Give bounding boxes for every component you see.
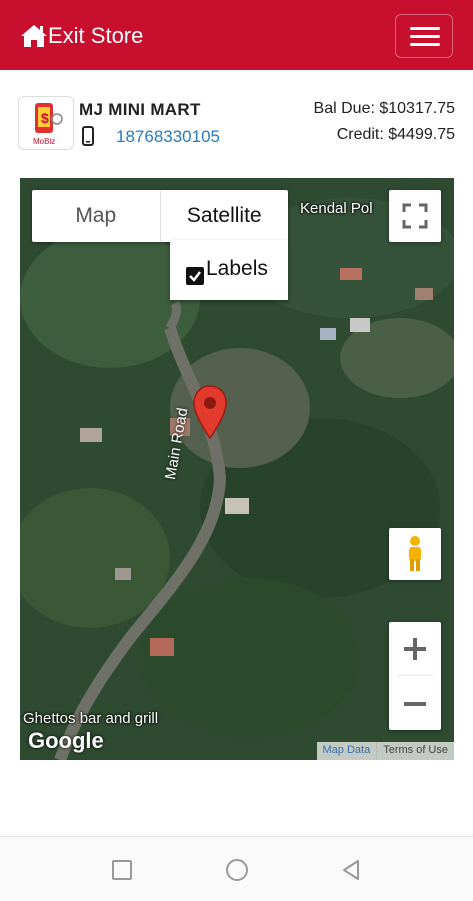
zoom-in-button[interactable] — [389, 622, 441, 675]
map-attribution: Map Data Terms of Use — [316, 742, 454, 760]
exit-store-label: Exit Store — [48, 23, 144, 48]
store-info: $ MoBiz MJ MINI MART 18768330105 Bal Due… — [18, 96, 455, 152]
fullscreen-button[interactable] — [389, 190, 441, 242]
labels-checkbox[interactable] — [186, 267, 204, 285]
satellite-map[interactable]: Kendal Pol Main Road Ghettos bar and gri… — [20, 178, 454, 760]
minus-icon — [404, 701, 426, 706]
square-icon — [112, 860, 132, 880]
zoom-out-button[interactable] — [389, 677, 441, 730]
circle-icon — [226, 859, 248, 881]
home-nav-button[interactable] — [222, 855, 252, 885]
place-label-ghettos: Ghettos bar and grill — [23, 710, 159, 727]
zoom-divider — [397, 675, 433, 676]
fullscreen-icon — [389, 203, 441, 246]
store-name: MJ MINI MART — [79, 100, 201, 119]
labels-label: Labels — [206, 257, 268, 280]
labels-toggle[interactable]: Labels — [170, 240, 288, 300]
terms-of-use-link[interactable]: Terms of Use — [376, 742, 454, 760]
exit-store-button[interactable]: Exit Store — [20, 20, 143, 52]
street-view-button[interactable] — [389, 528, 441, 580]
mobile-phone-icon — [82, 126, 94, 151]
zoom-control — [389, 622, 441, 730]
map-type-control: Map Satellite — [32, 190, 288, 242]
balance-due: Bal Due: $10317.75 — [313, 100, 455, 117]
home-icon — [20, 23, 48, 49]
map-marker-icon[interactable] — [192, 384, 228, 445]
back-nav-button[interactable] — [336, 855, 366, 885]
back-triangle-icon — [343, 860, 359, 880]
system-navigation-bar — [0, 836, 473, 901]
store-logo: $ MoBiz — [18, 96, 74, 150]
store-phone-link[interactable]: 18768330105 — [116, 127, 220, 147]
map-data-link[interactable]: Map Data — [317, 742, 377, 760]
top-app-bar: Exit Store — [0, 0, 473, 70]
svg-text:$: $ — [41, 110, 49, 126]
map-type-map-button[interactable]: Map — [32, 190, 160, 242]
logo-text: MoBiz — [33, 137, 55, 146]
street-view-pegman-icon — [389, 536, 441, 584]
credit-amount: Credit: $4499.75 — [336, 126, 455, 143]
recent-apps-button[interactable] — [107, 855, 137, 885]
hamburger-menu-button[interactable] — [395, 14, 453, 58]
plus-icon — [404, 637, 426, 660]
map-type-satellite-button[interactable]: Satellite — [159, 190, 289, 242]
place-label-kendal: Kendal Pol — [300, 200, 373, 217]
google-logo: Google — [28, 728, 104, 753]
